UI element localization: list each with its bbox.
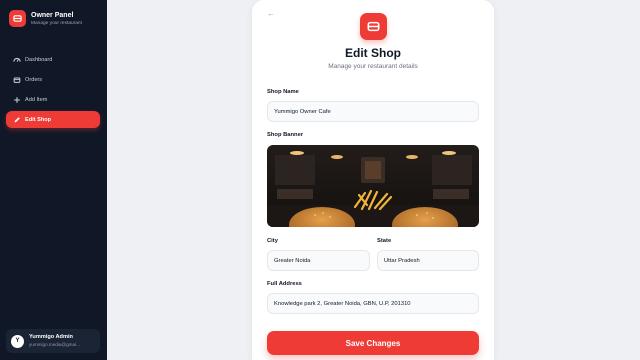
shop-banner-image[interactable] [267, 145, 479, 227]
city-label: City [267, 238, 278, 244]
sidebar-item-add-item[interactable]: Add Item [6, 91, 100, 108]
sidebar-item-orders[interactable]: Orders [6, 71, 100, 88]
page-title: Edit Shop [345, 46, 401, 60]
sidebar-item-dashboard[interactable]: Dashboard [6, 51, 100, 68]
store-icon [360, 13, 387, 40]
user-card[interactable]: Y Yummigo Admin yummigo.media@gmai... [6, 329, 100, 353]
shop-banner-label: Shop Banner [267, 132, 304, 138]
store-icon [9, 10, 26, 27]
shop-name-input[interactable]: Yummigo Owner Cafe [267, 101, 479, 122]
page-subtitle: Manage your restaurant details [328, 63, 418, 70]
sidebar-item-edit-shop[interactable]: Edit Shop [6, 111, 100, 128]
sidebar-item-label: Add Item [25, 96, 48, 103]
full-address-input[interactable]: Knowledge park 2, Greater Noida, GBN, U.… [267, 293, 479, 314]
plus-icon [12, 95, 21, 104]
gauge-icon [12, 55, 21, 64]
user-name: Yummigo Admin [29, 334, 73, 340]
state-input[interactable]: Uttar Pradesh [377, 250, 479, 271]
brand-subtitle: Manage your restaurant [31, 20, 82, 26]
save-changes-button[interactable]: Save Changes [267, 331, 479, 355]
city-input[interactable]: Greater Noida [267, 250, 370, 271]
edit-shop-card: ← Edit Shop Manage your restaurant detai… [252, 0, 494, 360]
back-arrow-icon[interactable]: ← [267, 9, 275, 18]
full-address-label: Full Address [267, 281, 302, 287]
box-icon [12, 75, 21, 84]
pencil-icon [12, 115, 21, 124]
shop-name-label: Shop Name [267, 89, 299, 95]
sidebar-item-label: Orders [25, 76, 43, 83]
brand-title: Owner Panel [31, 11, 74, 19]
user-email: yummigo.media@gmai... [29, 342, 80, 347]
sidebar-item-label: Dashboard [25, 56, 53, 63]
sidebar-nav: Dashboard Orders Add Item Edit Shop [6, 51, 100, 131]
sidebar-item-label: Edit Shop [25, 116, 52, 123]
sidebar: Owner Panel Manage your restaurant Dashb… [0, 0, 107, 360]
state-label: State [377, 238, 392, 244]
brand: Owner Panel Manage your restaurant [9, 10, 82, 27]
avatar: Y [11, 334, 24, 348]
